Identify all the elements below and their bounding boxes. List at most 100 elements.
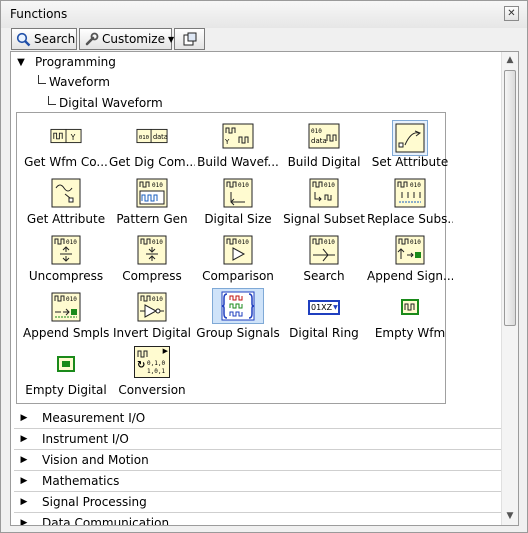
invert-digital-icon: 010 — [136, 291, 168, 323]
expanded-triangle-icon: ▼ — [17, 56, 25, 68]
svg-text:010: 010 — [324, 182, 335, 189]
compress-icon: 010 — [136, 234, 168, 266]
get-waveform-components-icon: Y — [50, 120, 82, 152]
palette-item-label: Set Attribute — [371, 155, 449, 169]
palette-item-replace-subset[interactable]: 010 Replace Subs... — [367, 172, 453, 229]
palette-item-append-signals[interactable]: 010 Append Sign... — [367, 229, 453, 286]
category-label: Measurement I/O — [42, 411, 146, 425]
tree-item-programming[interactable]: ▼ Programming — [15, 52, 116, 72]
palette-item-empty-wfm[interactable]: Empty Wfm — [367, 286, 453, 343]
category-label: Signal Processing — [42, 495, 147, 509]
category-data-communication[interactable]: ▶ Data Communication — [14, 513, 502, 525]
conversion-text-bottom: 1,0,1 — [147, 368, 166, 375]
conversion-subpalette-icon: ▶ 0,1,0 1,0,1 ↻ — [132, 345, 172, 379]
palette-item-group-signals[interactable]: Group Signals — [195, 286, 281, 343]
scrollbar-thumb[interactable] — [504, 70, 516, 326]
empty-digital-icon — [50, 348, 82, 380]
search-digital-icon: 010 — [308, 234, 340, 266]
palette-item-pattern-gen[interactable]: 010 Pattern Gen — [109, 172, 195, 229]
vertical-scrollbar[interactable]: ▲ ▼ — [501, 52, 518, 525]
ring-text: 01XZ — [311, 302, 333, 312]
palette-item-label: Pattern Gen — [116, 212, 188, 226]
category-vision-and-motion[interactable]: ▶ Vision and Motion — [14, 450, 502, 471]
palette-item-get-wfm-components[interactable]: Y Get Wfm Co... — [23, 115, 109, 172]
palette-item-invert-digital[interactable]: 010 Invert Digital — [109, 286, 195, 343]
palette-item-build-waveform[interactable]: Y Build Wavef... — [195, 115, 281, 172]
category-instrument-io[interactable]: ▶ Instrument I/O — [14, 429, 502, 450]
customize-button[interactable]: Customize ▼ — [79, 28, 174, 50]
category-measurement-io[interactable]: ▶ Measurement I/O — [14, 408, 502, 429]
palette-item-label: Get Attribute — [26, 212, 106, 226]
wrench-icon — [85, 32, 99, 45]
subpalette-arrow-icon: ▶ — [162, 347, 168, 355]
palette-item-comparison[interactable]: 010 Comparison — [195, 229, 281, 286]
category-signal-processing[interactable]: ▶ Signal Processing — [14, 492, 502, 513]
palette-item-label: Group Signals — [196, 326, 280, 340]
get-attribute-icon — [50, 177, 82, 209]
search-button[interactable]: Search — [11, 28, 77, 50]
collapsed-triangle-icon: ▶ — [20, 434, 28, 444]
palette-item-label: Invert Digital — [113, 326, 191, 340]
append-signals-icon: 010 — [394, 234, 426, 266]
collapsed-triangle-icon: ▶ — [20, 455, 28, 465]
collapsed-triangle-icon: ▶ — [20, 497, 28, 507]
palette-item-label: Get Wfm Co... — [24, 155, 108, 169]
svg-text:010: 010 — [152, 182, 163, 189]
palette-item-label: Build Wavef... — [197, 155, 279, 169]
palette-item-get-attribute[interactable]: Get Attribute — [23, 172, 109, 229]
get-digital-components-icon: 010 data — [136, 120, 168, 152]
svg-text:010: 010 — [324, 239, 335, 246]
tree-connector — [48, 95, 56, 105]
pattern-gen-icon: 010 — [136, 177, 168, 209]
search-icon — [16, 32, 31, 46]
svg-text:010: 010 — [238, 239, 249, 246]
uncompress-icon: 010 — [50, 234, 82, 266]
palette-item-label: Conversion — [118, 383, 186, 397]
svg-text:010: 010 — [311, 128, 322, 135]
palette-item-label: Uncompress — [28, 269, 104, 283]
palette-item-label: Search — [303, 269, 345, 283]
category-mathematics[interactable]: ▶ Mathematics — [14, 471, 502, 492]
svg-text:010: 010 — [66, 239, 77, 246]
palette-item-label: Digital Ring — [289, 326, 359, 340]
palette-item-digital-size[interactable]: 010 Digital Size — [195, 172, 281, 229]
scroll-down-arrow-icon[interactable]: ▼ — [502, 508, 518, 525]
palette-toolbar: Search Customize ▼ — [10, 28, 517, 51]
palette-item-label: Append Sign... — [367, 269, 453, 283]
palette-item-set-attribute[interactable]: Set Attribute — [367, 115, 453, 172]
empty-waveform-icon — [394, 291, 426, 323]
category-label: Instrument I/O — [42, 432, 129, 446]
scroll-up-arrow-icon[interactable]: ▲ — [502, 52, 518, 69]
palette-item-conversion[interactable]: ▶ 0,1,0 1,0,1 ↻ Conversion — [109, 343, 195, 400]
palette-item-build-digital[interactable]: 010 data Build Digital — [281, 115, 367, 172]
pin-palette-button[interactable] — [174, 28, 205, 50]
palette-item-label: Get Dig Com... — [109, 155, 195, 169]
append-samples-icon: 010 — [50, 291, 82, 323]
palette-item-uncompress[interactable]: 010 Uncompress — [23, 229, 109, 286]
title-bar[interactable]: Functions ✕ — [1, 1, 527, 28]
tree-item-label: Waveform — [49, 75, 110, 89]
svg-text:data: data — [311, 137, 327, 145]
palette-item-label: Empty Digital — [25, 383, 107, 397]
palette-item-signal-subset[interactable]: 010 Signal Subset — [281, 172, 367, 229]
search-button-label: Search — [34, 32, 76, 46]
palette-item-compress[interactable]: 010 Compress — [109, 229, 195, 286]
svg-text:010: 010 — [238, 182, 249, 189]
collapsed-triangle-icon: ▶ — [20, 413, 28, 423]
close-button[interactable]: ✕ — [504, 6, 519, 21]
tree-item-label: Digital Waveform — [59, 96, 163, 110]
svg-text:data: data — [153, 133, 168, 141]
tree-item-waveform[interactable]: Waveform — [38, 72, 110, 92]
svg-text:010: 010 — [66, 296, 77, 303]
tree-item-digital-waveform[interactable]: Digital Waveform — [48, 93, 163, 113]
palette-item-get-dig-components[interactable]: 010 data Get Dig Com... — [109, 115, 195, 172]
palette-item-label: Compress — [122, 269, 182, 283]
collapsed-triangle-icon: ▶ — [20, 476, 28, 486]
palette-item-search[interactable]: 010 Search — [281, 229, 367, 286]
build-waveform-icon: Y — [222, 120, 254, 152]
palette-item-digital-ring[interactable]: 01XZ ▼ Digital Ring — [281, 286, 367, 343]
palette-item-empty-digital[interactable]: Empty Digital — [23, 343, 109, 400]
svg-text:010: 010 — [152, 239, 163, 246]
palette-item-append-samples[interactable]: 010 Append Smpls — [23, 286, 109, 343]
palette-item-label: Build Digital — [287, 155, 361, 169]
